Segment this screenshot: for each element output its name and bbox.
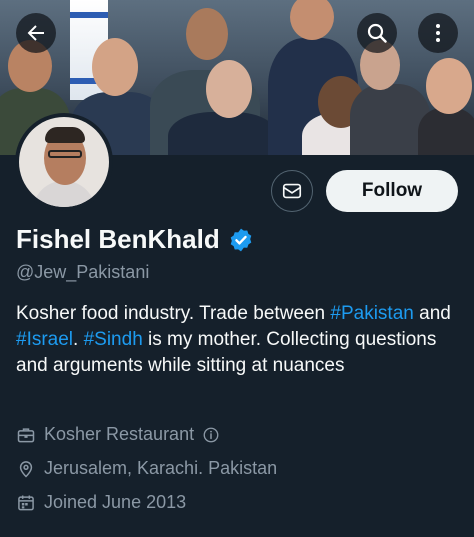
- avatar-image: [19, 117, 109, 207]
- search-button[interactable]: [357, 13, 397, 53]
- display-name: Fishel BenKhald: [16, 224, 220, 254]
- location-label: Jerusalem, Karachi. Pakistan: [44, 458, 278, 478]
- hashtag-link[interactable]: #Pakistan: [330, 303, 413, 324]
- calendar-icon: [18, 495, 34, 510]
- message-button[interactable]: [271, 170, 313, 212]
- profile-avatar[interactable]: [15, 113, 113, 211]
- search-icon: [367, 23, 387, 43]
- display-name-row: Fishel BenKhald: [16, 224, 254, 255]
- joined-label: Joined June 2013: [44, 492, 187, 512]
- more-options-button[interactable]: [418, 13, 458, 53]
- arrow-left-icon: [27, 25, 44, 41]
- bio-text: and: [413, 303, 451, 324]
- info-icon[interactable]: [202, 426, 220, 444]
- hashtag-link[interactable]: #Sindh: [84, 329, 143, 350]
- location-pin-icon: [19, 460, 33, 478]
- briefcase-icon: [17, 427, 35, 442]
- bio-text: Kosher food industry. Trade between: [16, 303, 331, 324]
- profile-bio: Kosher food industry. Trade between #Pak…: [16, 301, 461, 379]
- more-vertical-icon: [436, 24, 440, 42]
- hashtag-link[interactable]: #Israel: [16, 329, 73, 350]
- profile-location: Jerusalem, Karachi. Pakistan: [16, 458, 277, 479]
- bio-text: .: [73, 329, 84, 350]
- verified-badge-icon[interactable]: [228, 227, 254, 253]
- envelope-icon: [282, 183, 302, 199]
- category-label: Kosher Restaurant: [44, 424, 195, 444]
- profile-handle: @Jew_Pakistani: [16, 262, 150, 282]
- profile-category: Kosher Restaurant: [16, 424, 220, 445]
- profile-joined-date: Joined June 2013: [16, 492, 186, 513]
- back-button[interactable]: [16, 13, 56, 53]
- follow-button[interactable]: Follow: [326, 170, 458, 212]
